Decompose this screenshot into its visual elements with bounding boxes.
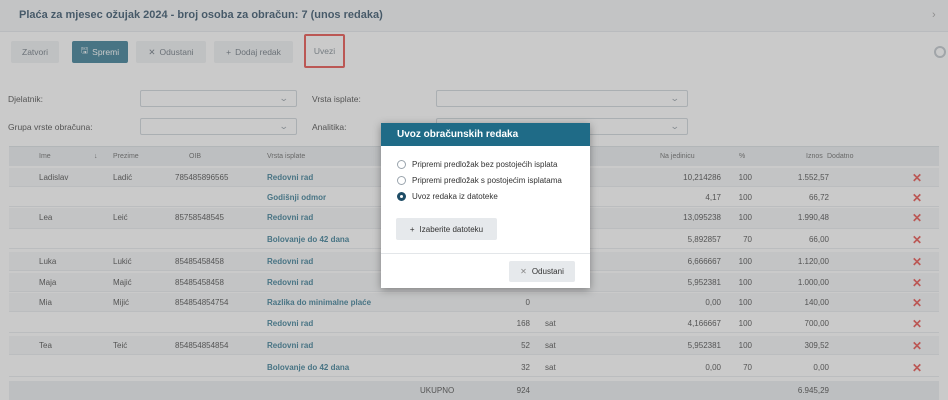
dialog-cancel-label: Odustani [531, 267, 564, 276]
choose-file-button[interactable]: + Izaberite datoteku [396, 218, 497, 240]
radio-button[interactable] [397, 175, 406, 185]
option-label: Pripremi predložak bez postojećih isplat… [412, 159, 558, 169]
option-label: Uvoz redaka iz datoteke [412, 191, 498, 201]
dialog-header: Uvoz obračunskih redaka [381, 123, 590, 146]
x-icon: ✕ [520, 267, 527, 276]
import-dialog: Uvoz obračunskih redaka Pripremi predlož… [381, 123, 590, 288]
plus-icon: + [409, 224, 415, 234]
radio-button-selected[interactable] [397, 191, 406, 201]
dialog-cancel-button[interactable]: ✕ Odustani [509, 261, 575, 282]
dialog-divider [381, 253, 590, 254]
option-label: Pripremi predložak s postojećim isplatam… [412, 175, 562, 185]
choose-file-label: Izaberite datoteku [419, 224, 484, 234]
option-template-without[interactable]: Pripremi predložak bez postojećih isplat… [397, 158, 557, 170]
option-import-from-file[interactable]: Uvoz redaka iz datoteke [397, 190, 498, 202]
radio-button[interactable] [397, 159, 406, 169]
dialog-title: Uvoz obračunskih redaka [397, 129, 519, 140]
option-template-with[interactable]: Pripremi predložak s postojećim isplatam… [397, 174, 562, 186]
